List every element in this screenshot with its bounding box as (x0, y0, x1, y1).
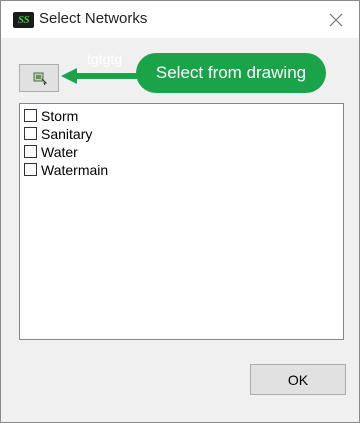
app-logo-icon: SS (13, 12, 34, 28)
select-from-drawing-icon (33, 72, 47, 85)
list-item-label: Storm (41, 108, 79, 124)
close-icon (329, 13, 343, 27)
window-title: Select Networks (39, 10, 148, 27)
ok-button[interactable]: OK (250, 364, 346, 395)
checkbox-watermain[interactable] (24, 163, 37, 176)
list-item-label: Water (41, 144, 78, 160)
callout-arrow-icon (61, 68, 141, 84)
checkbox-storm[interactable] (24, 109, 37, 122)
list-item-label: Watermain (41, 162, 109, 178)
title-bar: SS Select Networks (1, 1, 359, 38)
select-networks-dialog: SS Select Networks tgtgtg Select from dr… (0, 0, 360, 423)
stray-text: tgtgtg (87, 51, 123, 67)
callout-bubble: Select from drawing (136, 53, 326, 93)
select-from-drawing-button[interactable] (19, 64, 59, 92)
checkbox-water[interactable] (24, 145, 37, 158)
networks-list[interactable]: Storm Sanitary Water Watermain (19, 103, 344, 340)
close-button[interactable] (325, 9, 347, 31)
checkbox-sanitary[interactable] (24, 127, 37, 140)
callout-text: Select from drawing (155, 63, 307, 82)
list-item-label: Sanitary (41, 126, 93, 142)
